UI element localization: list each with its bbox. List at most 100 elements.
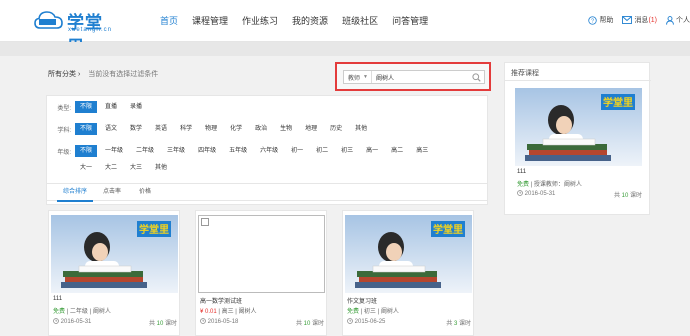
main-content: 所有分类 › 当前没有选择过滤条件 教师 ▼ 类型: 不限 直播 录播 学科: …	[38, 62, 491, 336]
filter-option[interactable]: 直播	[100, 101, 122, 113]
nav-my-resources[interactable]: 我的资源	[292, 0, 328, 42]
tab-comprehensive-sort[interactable]: 综合排序	[57, 184, 93, 202]
header-band	[0, 42, 690, 56]
filter-option[interactable]: 其他	[350, 123, 372, 135]
help-link[interactable]: ? 帮助	[588, 15, 613, 25]
message-count-badge: (1)	[648, 16, 657, 24]
course-meta: ¥ 0.01 | 高三 | 阚树人	[200, 306, 257, 315]
nav-home[interactable]: 首页	[160, 0, 178, 42]
nav-course-manage[interactable]: 课程管理	[192, 0, 228, 42]
search-bar: 教师 ▼	[343, 70, 485, 84]
clock-icon	[347, 318, 353, 324]
clock-icon	[200, 318, 206, 324]
lesson-count-prefix: 共	[148, 321, 155, 327]
filter-option[interactable]: 录播	[125, 101, 147, 113]
search-type-select[interactable]: 教师 ▼	[344, 71, 372, 83]
search-button[interactable]	[468, 71, 484, 83]
filter-option[interactable]: 不限	[75, 101, 98, 113]
filter-option[interactable]: 不限	[75, 123, 98, 135]
svg-text:学堂里: 学堂里	[433, 223, 463, 236]
course-card[interactable]: 学堂里 111 免费 | 二年级 | 阚树人 2016-05-31 共 10 课…	[48, 210, 180, 336]
lesson-count: 共 10 课时	[614, 190, 642, 199]
lesson-count-value: 10	[621, 193, 629, 199]
filter-row-type: 类型: 不限 直播 录播	[47, 101, 150, 113]
course-grade: 二年级	[69, 309, 88, 315]
svg-text:?: ?	[591, 18, 594, 24]
filter-option[interactable]: 科学	[175, 123, 197, 135]
user-icon	[666, 15, 674, 25]
breadcrumb-arrow: ›	[77, 71, 81, 78]
meta-separator: |	[377, 309, 380, 315]
lesson-count-suffix: 课时	[458, 321, 471, 327]
filter-option[interactable]: 政治	[250, 123, 272, 135]
lesson-count-value: 3	[453, 321, 458, 327]
nav-class-community[interactable]: 班级社区	[342, 0, 378, 42]
recommended-course-thumbnail[interactable]: 学堂里	[515, 88, 642, 166]
course-title[interactable]: 高一数学测试班	[200, 296, 242, 305]
filter-option[interactable]: 三年级	[162, 145, 190, 157]
filter-option[interactable]: 六年级	[255, 145, 283, 157]
tab-click-rate[interactable]: 点击率	[99, 184, 125, 202]
filter-option[interactable]: 高一	[361, 145, 383, 157]
course-thumbnail[interactable]	[198, 215, 325, 293]
recommended-course-price: 免费	[517, 182, 530, 188]
tab-price[interactable]: 价格	[135, 184, 155, 202]
lesson-count-prefix: 共	[295, 321, 302, 327]
nav-qa-manage[interactable]: 问答管理	[392, 0, 428, 42]
filter-option[interactable]: 大二	[100, 162, 122, 174]
course-meta: 免费 | 二年级 | 阚树人	[53, 306, 111, 315]
lesson-count-suffix: 课时	[311, 321, 324, 327]
filter-option[interactable]: 英语	[150, 123, 172, 135]
filter-option[interactable]: 生物	[275, 123, 297, 135]
filter-option[interactable]: 高二	[386, 145, 408, 157]
course-title[interactable]: 作文复习班	[347, 296, 377, 305]
filter-option[interactable]: 一年级	[100, 145, 128, 157]
course-cover-image: 学堂里	[515, 88, 642, 166]
course-thumbnail[interactable]: 学堂里	[51, 215, 178, 293]
filter-option[interactable]: 大一	[75, 162, 97, 174]
personal-link[interactable]: 个人	[666, 15, 690, 25]
lesson-count-prefix: 共	[613, 193, 620, 199]
filter-option[interactable]: 化学	[225, 123, 247, 135]
search-type-value: 教师	[348, 75, 361, 82]
course-grade: 高三	[221, 309, 234, 315]
filter-option[interactable]: 四年级	[193, 145, 221, 157]
filter-label-type: 类型:	[57, 105, 71, 112]
filter-option[interactable]: 初一	[286, 145, 308, 157]
course-title[interactable]: 111	[53, 296, 62, 302]
filter-hint: 当前没有选择过滤条件	[88, 71, 159, 78]
filter-option[interactable]: 物理	[200, 123, 222, 135]
course-footer: 2016-05-31 共 10 课时	[53, 318, 177, 327]
filter-option[interactable]: 数学	[125, 123, 147, 135]
course-card[interactable]: 学堂里 作文复习班 免费 | 初三 | 阚树人 2015-06-25 共 3 课…	[342, 210, 474, 336]
filter-option[interactable]: 不限	[75, 145, 98, 157]
header-actions: ? 帮助 消息 (1) 个人	[579, 15, 690, 25]
filter-option[interactable]: 大三	[125, 162, 147, 174]
course-grid: 学堂里 111 免费 | 二年级 | 阚树人 2016-05-31 共 10 课…	[46, 210, 488, 336]
filter-option[interactable]: 高三	[411, 145, 433, 157]
course-card[interactable]: 高一数学测试班 ¥ 0.01 | 高三 | 阚树人 2016-05-18 共 1…	[195, 210, 327, 336]
filter-option[interactable]: 五年级	[224, 145, 252, 157]
course-date: 2015-06-25	[354, 319, 386, 325]
course-thumbnail[interactable]: 学堂里	[345, 215, 472, 293]
svg-text:学堂里: 学堂里	[139, 223, 169, 236]
filter-option[interactable]: 初二	[311, 145, 333, 157]
message-link[interactable]: 消息 (1)	[622, 15, 657, 25]
filter-option[interactable]: 二年级	[131, 145, 159, 157]
filter-option[interactable]: 地理	[300, 123, 322, 135]
site-logo[interactable]: 学堂里 xuetangli.cn	[34, 9, 120, 57]
filter-option[interactable]: 其他	[150, 162, 172, 174]
lesson-count: 共 10 课时	[296, 318, 324, 327]
search-input[interactable]	[372, 71, 468, 83]
breadcrumb-all-categories[interactable]: 所有分类	[48, 71, 76, 78]
main-nav: 首页 课程管理 作业练习 我的资源 班级社区 问答管理	[160, 0, 442, 42]
course-price: 免费	[347, 309, 360, 315]
help-icon: ?	[588, 15, 598, 25]
filter-option[interactable]: 语文	[100, 123, 122, 135]
filter-row-grade: 年级: 不限 一年级 二年级 三年级 四年级 五年级 六年级 初一 初二 初三 …	[47, 145, 436, 157]
nav-homework[interactable]: 作业练习	[242, 0, 278, 42]
chevron-down-icon: ▼	[363, 74, 368, 80]
filter-option[interactable]: 初三	[336, 145, 358, 157]
recommended-course-title[interactable]: 111	[517, 169, 526, 175]
filter-option[interactable]: 历史	[325, 123, 347, 135]
